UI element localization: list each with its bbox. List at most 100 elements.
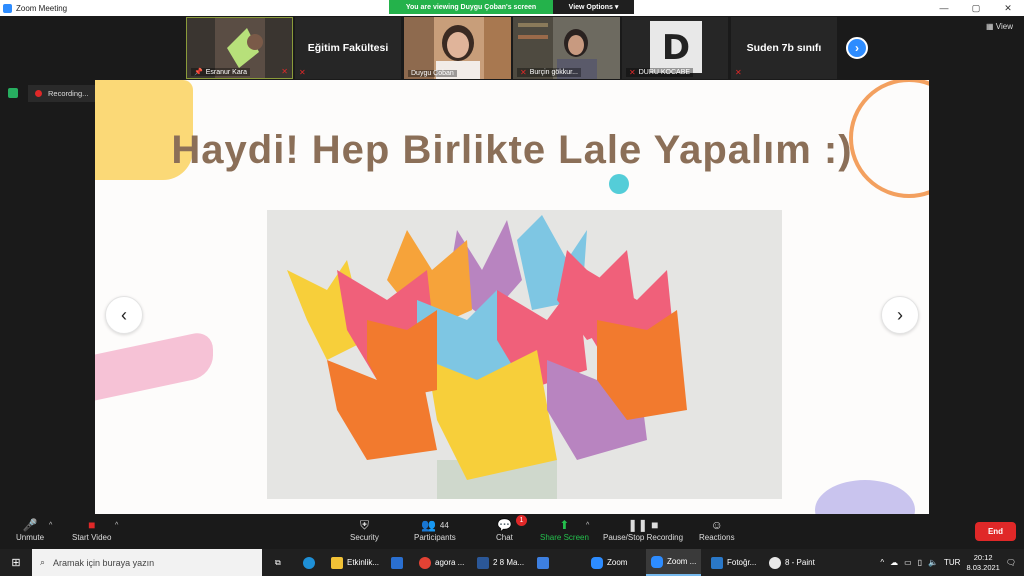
share-screen-icon: ⬆ <box>559 518 570 532</box>
edge-icon[interactable] <box>298 549 320 576</box>
audio-options-caret[interactable]: ^ <box>49 522 52 529</box>
chevron-left-icon: ‹ <box>121 304 127 325</box>
network-icon[interactable]: ▭ <box>904 558 912 567</box>
taskbar-search[interactable]: ⌕ Aramak için buraya yazın <box>32 549 262 576</box>
zoom-icon <box>591 556 603 569</box>
task-view-icon[interactable]: ⧉ <box>270 549 286 576</box>
taskbar-item-zoom[interactable]: Zoom <box>586 549 632 576</box>
previous-slide-button[interactable]: ‹ <box>105 296 143 334</box>
pin-icon: 📌 <box>194 69 203 76</box>
taskbar-item-etkinlik[interactable]: Etkinlik... <box>326 549 384 576</box>
participant-name: Duygu Çoban <box>408 70 457 77</box>
windows-taskbar: ⊞ ⌕ Aramak için buraya yazın ⧉ Etkinlik.… <box>0 549 1024 576</box>
mic-muted-icon: ✕ <box>520 68 527 77</box>
next-participants-button[interactable]: › <box>846 37 868 59</box>
participant-tile-esranur[interactable]: 📌 Esranur Kara ✕ <box>186 17 293 79</box>
grid-icon: ▦ <box>986 22 996 31</box>
mail-icon[interactable] <box>386 549 408 576</box>
reactions-button[interactable]: ☺ Reactions <box>699 517 735 542</box>
participants-icon: 👥 44 <box>420 518 449 532</box>
maximize-button[interactable]: ▢ <box>960 0 992 16</box>
reactions-icon: ☺ <box>710 518 723 532</box>
video-options-caret[interactable]: ^ <box>115 522 118 529</box>
meeting-controls-bar: 🎤 Unmute ^ ■ Start Video ^ ⛨ Security 👥 4… <box>0 514 1024 549</box>
video-off-icon: ■ <box>88 518 96 532</box>
share-options-caret[interactable]: ^ <box>586 522 589 529</box>
mic-muted-icon: ✕ <box>281 67 288 76</box>
participant-name: 📌 Esranur Kara <box>191 68 250 76</box>
folder-icon <box>331 556 343 569</box>
zoom-window: Zoom Meeting — ▢ ✕ You are viewing Duygu… <box>0 0 1024 576</box>
svg-text:D: D <box>662 28 690 68</box>
paint-icon <box>769 556 781 569</box>
taskbar-item-zoom-meeting[interactable]: Zoom ... <box>646 549 702 576</box>
security-button[interactable]: ⛨ Security <box>350 517 379 543</box>
mic-muted-icon: ✕ <box>629 68 636 77</box>
unmute-button[interactable]: 🎤 Unmute <box>16 517 44 542</box>
word-icon <box>477 556 489 569</box>
start-video-button[interactable]: ■ Start Video <box>72 517 111 542</box>
chrome-icon <box>419 556 431 569</box>
battery-icon[interactable]: ▯ <box>918 558 922 567</box>
tulip-origami-photo <box>267 210 782 499</box>
zoom-icon <box>651 555 663 568</box>
close-button[interactable]: ✕ <box>992 0 1024 16</box>
notifications-icon[interactable]: 🗨 <box>1006 558 1016 567</box>
shared-screen-slide: Haydi! Hep Birlikte Lale Yapalım :) ‹ › <box>95 80 929 514</box>
participant-tile-burcin[interactable]: ✕ Burçin gökkur... <box>513 17 620 79</box>
decor-purple-shape <box>815 480 915 514</box>
chevron-up-icon[interactable]: ^ <box>880 558 884 567</box>
origami-tulips-image <box>267 210 782 499</box>
cloud-icon[interactable]: ☁ <box>890 558 898 567</box>
participant-name: Eğitim Fakültesi <box>307 42 389 54</box>
taskbar-item-word[interactable]: 2 8 Ma... <box>472 549 529 576</box>
pause-stop-recording-button[interactable]: ❚❚ ■ Pause/Stop Recording <box>603 517 683 542</box>
window-controls: — ▢ ✕ <box>928 0 1024 16</box>
windows-start-icon[interactable]: ⊞ <box>0 549 32 576</box>
participant-strip <box>0 16 1024 80</box>
participant-name: ✕ DURU KOCABE <box>626 68 694 77</box>
participant-tile-suden[interactable]: Suden 7b sınıfı ✕ <box>731 17 837 79</box>
taskbar-item-paint[interactable]: 8 - Paint <box>764 549 820 576</box>
system-tray: ^ ☁ ▭ ▯ 🔈 TUR 20:12 8.03.2021 🗨 <box>880 549 1024 576</box>
pointer-cursor <box>609 174 629 194</box>
end-meeting-button[interactable]: End <box>975 522 1016 541</box>
viewing-screen-label: You are viewing Duygu Çoban's screen <box>389 0 553 14</box>
volume-icon[interactable]: 🔈 <box>928 558 938 567</box>
search-icon: ⌕ <box>40 557 46 567</box>
zoom-app-icon <box>3 3 12 13</box>
chat-badge: 1 <box>516 515 527 526</box>
next-slide-button[interactable]: › <box>881 296 919 334</box>
recording-dot-icon <box>35 90 42 97</box>
participant-name: Suden 7b sınıfı <box>746 42 822 54</box>
decor-pink-shape <box>95 329 213 401</box>
share-banner: You are viewing Duygu Çoban's screen Vie… <box>389 0 634 14</box>
participant-name: ✕ Burçin gökkur... <box>517 68 581 77</box>
security-shield-icon <box>8 88 18 98</box>
participant-tile-duru[interactable]: D ✕ DURU KOCABE <box>622 17 728 79</box>
pause-stop-icon: ❚❚ ■ <box>627 518 659 532</box>
participants-button[interactable]: 👥 44 Participants <box>414 517 456 542</box>
photos-icon <box>711 556 723 569</box>
share-screen-button[interactable]: ⬆ Share Screen <box>540 517 589 542</box>
mic-muted-icon: ✕ <box>299 68 306 77</box>
chevron-right-icon: › <box>855 41 859 55</box>
chat-icon: 💬 <box>496 518 512 532</box>
shield-icon: ⛨ <box>359 517 369 532</box>
clock[interactable]: 20:12 8.03.2021 <box>966 553 999 573</box>
view-options-button[interactable]: View Options ▾ <box>553 0 634 14</box>
slide-title: Haydi! Hep Birlikte Lale Yapalım :) <box>171 128 853 172</box>
taskbar-item-chrome[interactable]: agora ... <box>414 549 469 576</box>
taskbar-item-photos[interactable]: Fotoğr... <box>706 549 761 576</box>
chevron-right-icon: › <box>897 304 903 325</box>
language-indicator[interactable]: TUR <box>944 558 960 567</box>
chat-button[interactable]: 💬 Chat <box>496 517 513 542</box>
minimize-button[interactable]: — <box>928 0 960 16</box>
view-button[interactable]: ▦ View <box>986 22 1013 31</box>
recording-label: Recording... <box>48 89 89 98</box>
participant-tile-duygu[interactable]: Duygu Çoban <box>404 17 511 79</box>
mic-muted-icon: 🎤 <box>22 518 38 532</box>
participant-tile-egitim[interactable]: Eğitim Fakültesi ✕ <box>295 17 401 79</box>
window-title: Zoom Meeting <box>16 3 68 13</box>
dropbox-icon[interactable] <box>532 549 554 576</box>
